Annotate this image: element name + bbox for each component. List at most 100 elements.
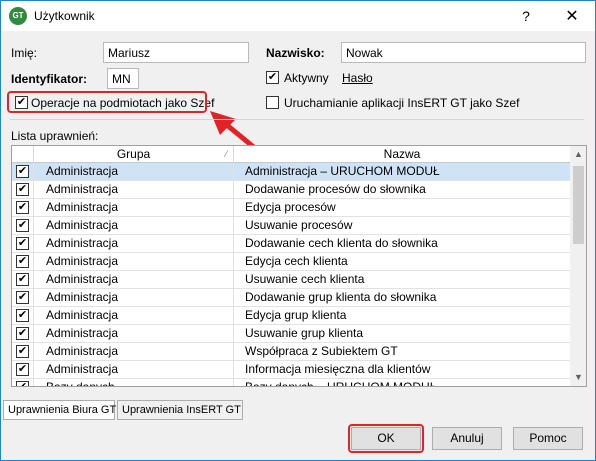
- ok-highlight: [348, 424, 424, 453]
- title-bar: GT Użytkownik ? ✕: [1, 1, 595, 31]
- table-row[interactable]: ✔ Administracja Dodawanie cech klienta do …: [12, 235, 570, 253]
- row-check-cell: ✔: [12, 181, 34, 199]
- grid-header: Grupa ⁄ Nazwa: [12, 146, 570, 163]
- vertical-scrollbar[interactable]: ▲ ▼: [570, 146, 586, 386]
- lista-uprawnien-label: Lista uprawnień:: [11, 129, 99, 143]
- row-grupa: Administracja: [34, 181, 234, 199]
- row-check-cell: ✔: [12, 217, 34, 235]
- row-check-cell: ✔: [12, 343, 34, 361]
- row-nazwa: Edycja grup klienta: [245, 308, 347, 322]
- nazwisko-field[interactable]: Nowak: [341, 42, 586, 63]
- header-grupa[interactable]: Grupa ⁄: [34, 146, 234, 163]
- nazwisko-label: Nazwisko:: [266, 46, 325, 60]
- imie-label: Imię:: [11, 46, 38, 60]
- tab-uprawnienia-insert[interactable]: Uprawnienia InsERT GT: [117, 400, 243, 420]
- header-nazwa[interactable]: Nazwa: [234, 146, 570, 163]
- close-button[interactable]: ✕: [549, 1, 595, 31]
- header-check-column[interactable]: [12, 146, 34, 163]
- row-grupa: Bazy danych: [34, 379, 234, 386]
- row-checkbox[interactable]: ✔: [16, 237, 29, 250]
- row-checkbox[interactable]: ✔: [16, 363, 29, 376]
- row-nazwa: Administracja – URUCHOM MODUŁ: [245, 164, 440, 178]
- permissions-grid[interactable]: Grupa ⁄ Nazwa ✔ Administracja Administracj…: [11, 145, 587, 387]
- uruchamianie-label: Uruchamianie aplikacji InsERT GT jako Sz…: [284, 96, 520, 110]
- row-grupa: Administracja: [34, 235, 234, 253]
- row-check-cell: ✔: [12, 235, 34, 253]
- row-nazwa: Dodawanie procesów do słownika: [245, 182, 426, 196]
- operacje-highlight: [7, 91, 207, 113]
- table-row[interactable]: ✔ Administracja Edycja grup klienta: [12, 307, 570, 325]
- row-nazwa: Bazy danych – URUCHOM MODUŁ: [234, 379, 570, 386]
- app-logo-icon: GT: [9, 7, 27, 25]
- row-nazwa: Usuwanie grup klienta: [245, 326, 364, 340]
- haslo-link[interactable]: Hasło: [342, 71, 373, 85]
- row-checkbox[interactable]: ✔: [16, 183, 29, 196]
- identyfikator-label: Identyfikator:: [11, 72, 88, 86]
- help-button[interactable]: ?: [503, 1, 549, 31]
- row-check-cell: ✔: [12, 325, 34, 343]
- grid-rows: ✔ Administracja Administracja – URUCHOM MO…: [12, 163, 570, 386]
- row-grupa: Administracja: [34, 307, 234, 325]
- row-nazwa: Dodawanie grup klienta do słownika: [245, 290, 437, 304]
- table-row[interactable]: ✔ Administracja Usuwanie procesów: [12, 217, 570, 235]
- row-checkbox[interactable]: ✔: [16, 255, 29, 268]
- row-grupa: Administracja: [34, 325, 234, 343]
- table-row[interactable]: ✔ Administracja Usuwanie grup klienta: [12, 325, 570, 343]
- row-checkbox[interactable]: ✔: [16, 291, 29, 304]
- row-grupa: Administracja: [34, 199, 234, 217]
- table-row[interactable]: ✔ Administracja Dodawanie grup klienta do …: [12, 289, 570, 307]
- table-row[interactable]: ✔ Administracja Dodawanie procesów do słow…: [12, 181, 570, 199]
- row-checkbox[interactable]: ✔: [16, 219, 29, 232]
- row-grupa: Administracja: [34, 361, 234, 379]
- table-row[interactable]: ✔ Administracja Administracja – URUCHOM MO…: [12, 163, 570, 181]
- sort-indicator-icon: ⁄: [225, 149, 227, 159]
- table-row[interactable]: ✔ Administracja Edycja cech klienta: [12, 253, 570, 271]
- row-checkbox[interactable]: ✔: [16, 309, 29, 322]
- row-grupa: Administracja: [34, 289, 234, 307]
- table-row[interactable]: ✔ Administracja Usuwanie cech klienta: [12, 271, 570, 289]
- identyfikator-field[interactable]: MN: [107, 68, 139, 89]
- row-nazwa: Usuwanie procesów: [245, 218, 353, 232]
- row-checkbox[interactable]: ✔: [16, 201, 29, 214]
- cancel-button[interactable]: Anuluj: [432, 427, 502, 450]
- row-nazwa: Usuwanie cech klienta: [245, 272, 365, 286]
- row-nazwa: Edycja cech klienta: [245, 254, 348, 268]
- scroll-thumb[interactable]: [573, 166, 584, 244]
- row-nazwa: Współpraca z Subiektem GT: [245, 344, 398, 358]
- table-row[interactable]: ✔ Administracja Edycja procesów: [12, 199, 570, 217]
- table-row[interactable]: ✔ Administracja Informacja miesięczna dla …: [12, 361, 570, 379]
- row-grupa: Administracja: [34, 271, 234, 289]
- aktywny-label: Aktywny: [284, 71, 329, 85]
- row-grupa: Administracja: [34, 163, 234, 181]
- header-grupa-label: Grupa: [116, 147, 151, 161]
- row-checkbox[interactable]: ✔: [16, 381, 29, 386]
- row-check-cell: ✔: [12, 271, 34, 289]
- help-dialog-button[interactable]: Pomoc: [513, 427, 583, 450]
- table-row[interactable]: ✔ Administracja Współpraca z Subiektem GT: [12, 343, 570, 361]
- row-check-cell: ✔: [12, 253, 34, 271]
- row-check-cell: ✔: [12, 163, 34, 181]
- scroll-down-icon[interactable]: ▼: [570, 369, 586, 386]
- row-checkbox[interactable]: ✔: [16, 165, 29, 178]
- row-grupa: Administracja: [34, 217, 234, 235]
- scroll-up-icon[interactable]: ▲: [570, 146, 586, 163]
- row-check-cell: ✔: [12, 361, 34, 379]
- tab-uprawnienia-biura[interactable]: Uprawnienia Biura GT: [3, 400, 116, 420]
- row-grupa: Administracja: [34, 343, 234, 361]
- row-nazwa: Informacja miesięczna dla klientów: [245, 362, 431, 376]
- imie-field[interactable]: Mariusz: [103, 42, 249, 63]
- row-check-cell: ✔: [12, 199, 34, 217]
- row-checkbox[interactable]: ✔: [16, 273, 29, 286]
- window-title: Użytkownik: [34, 9, 95, 23]
- row-checkbox[interactable]: ✔: [16, 327, 29, 340]
- aktywny-checkbox[interactable]: ✔: [266, 71, 279, 84]
- user-dialog: GT Użytkownik ? ✕ Imię: Mariusz Nazwisko…: [0, 0, 596, 461]
- row-nazwa: Dodawanie cech klienta do słownika: [245, 236, 438, 250]
- separator: [10, 119, 584, 120]
- row-grupa: Administracja: [34, 253, 234, 271]
- uruchamianie-checkbox[interactable]: [266, 96, 279, 109]
- row-checkbox[interactable]: ✔: [16, 345, 29, 358]
- row-check-cell: ✔: [12, 289, 34, 307]
- table-row[interactable]: ✔ Bazy danychBazy danych – URUCHOM MODUŁ: [12, 379, 570, 386]
- row-check-cell: ✔: [12, 307, 34, 325]
